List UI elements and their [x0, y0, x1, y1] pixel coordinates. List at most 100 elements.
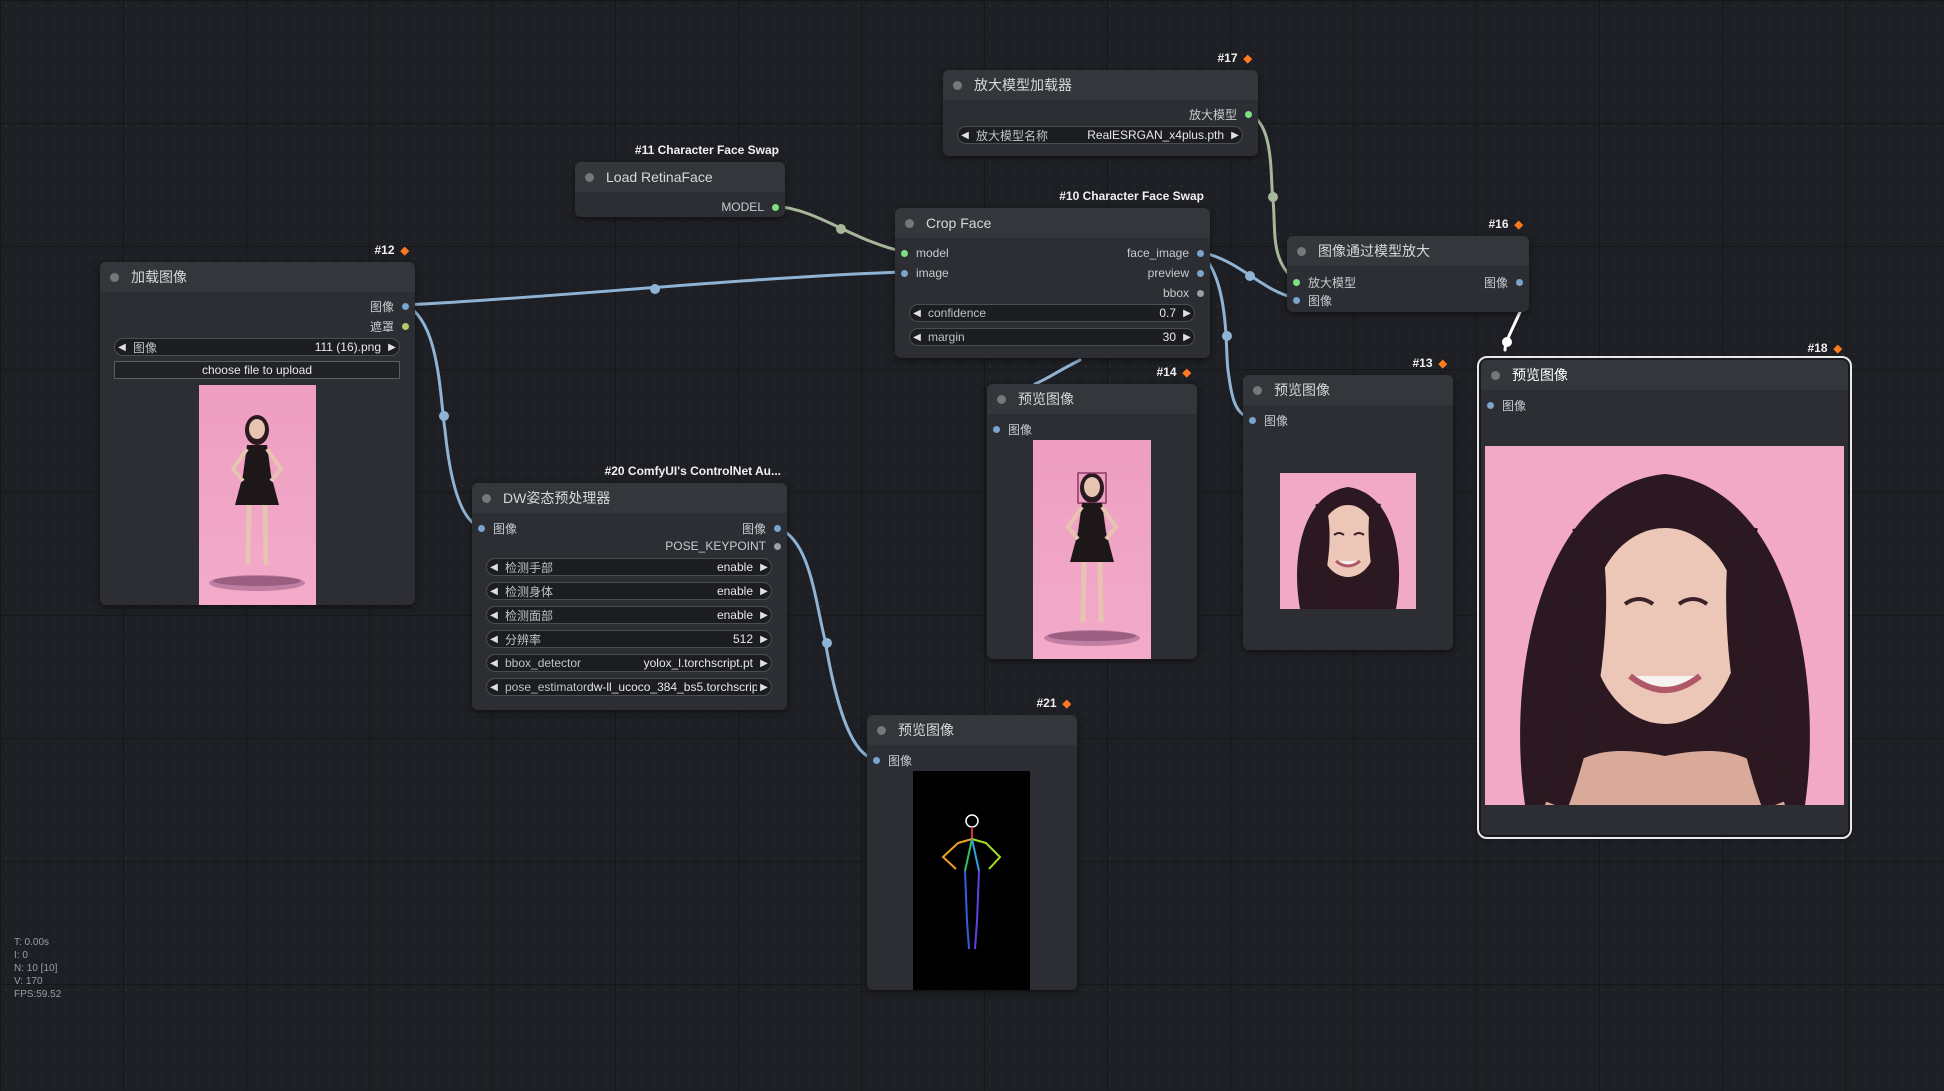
input-image[interactable]: 图像	[478, 520, 517, 537]
detect-face-widget[interactable]: ◀ 检测面部 enable ▶	[486, 606, 772, 624]
right-arrow-icon[interactable]: ▶	[757, 634, 771, 645]
right-arrow-icon[interactable]: ▶	[757, 562, 771, 573]
left-arrow-icon[interactable]: ◀	[487, 562, 501, 573]
node-load-retinaface[interactable]: #11 Character Face Swap Load RetinaFace …	[575, 143, 785, 217]
output-model[interactable]: MODEL	[721, 200, 779, 214]
collapse-dot-icon[interactable]	[110, 272, 119, 282]
collapse-dot-icon[interactable]	[877, 725, 886, 735]
model-name-widget[interactable]: ◀ 放大模型名称 RealESRGAN_x4plus.pth ▶	[957, 126, 1243, 144]
output-mask[interactable]: 遮罩	[370, 318, 409, 335]
output-image[interactable]: 图像	[742, 520, 781, 537]
collapse-dot-icon[interactable]	[997, 394, 1006, 404]
node-upscale-model-loader[interactable]: #17 ◆ 放大模型加载器 放大模型 ◀ 放大模型名称 RealESRGAN_x4…	[943, 51, 1258, 156]
output-pin-icon[interactable]	[1197, 289, 1204, 297]
input-pin-icon[interactable]	[1487, 402, 1494, 409]
right-arrow-icon[interactable]: ▶	[757, 658, 771, 669]
bbox-detector-widget[interactable]: ◀ bbox_detector yolox_l.torchscript.pt ▶	[486, 654, 772, 672]
detect-hand-widget[interactable]: ◀ 检测手部 enable ▶	[486, 558, 772, 576]
margin-widget[interactable]: ◀ margin 30 ▶	[909, 328, 1195, 346]
output-pin-icon[interactable]	[774, 542, 781, 550]
right-arrow-icon[interactable]: ▶	[1228, 130, 1242, 141]
input-pin-icon[interactable]	[1249, 417, 1256, 424]
output-image[interactable]: 图像	[1484, 274, 1523, 291]
output-preview[interactable]: preview	[1148, 266, 1204, 280]
output-upscale-model[interactable]: 放大模型	[1189, 106, 1252, 123]
input-image[interactable]: 图像	[1249, 412, 1288, 429]
confidence-widget[interactable]: ◀ confidence 0.7 ▶	[909, 304, 1195, 322]
output-pin-icon[interactable]	[1197, 249, 1204, 257]
collapse-dot-icon[interactable]	[1297, 246, 1306, 256]
left-arrow-icon[interactable]: ◀	[958, 130, 972, 141]
right-arrow-icon[interactable]: ▶	[1180, 332, 1194, 343]
output-pin-icon[interactable]	[772, 203, 779, 211]
input-pin-icon[interactable]	[873, 757, 880, 764]
input-image[interactable]: 图像	[1487, 397, 1526, 414]
right-arrow-icon[interactable]: ▶	[757, 610, 771, 621]
node-title[interactable]: 预览图像	[1243, 375, 1453, 405]
node-title[interactable]: 图像通过模型放大	[1287, 236, 1529, 266]
pose-estimator-widget[interactable]: ◀ pose_estimator dw-ll_ucoco_384_bs5.torch…	[486, 678, 772, 696]
collapse-dot-icon[interactable]	[482, 493, 491, 503]
left-arrow-icon[interactable]: ◀	[487, 682, 501, 693]
node-title[interactable]: Load RetinaFace	[575, 162, 785, 192]
right-arrow-icon[interactable]: ▶	[757, 586, 771, 597]
left-arrow-icon[interactable]: ◀	[910, 308, 924, 319]
collapse-dot-icon[interactable]	[1253, 385, 1262, 395]
node-preview-14[interactable]: #14 ◆ 预览图像 图像	[987, 365, 1197, 659]
input-image[interactable]: image	[901, 266, 949, 280]
input-pin-icon[interactable]	[901, 249, 908, 257]
input-pin-icon[interactable]	[993, 426, 1000, 433]
input-upscale-model[interactable]: 放大模型	[1293, 274, 1356, 291]
input-image[interactable]: 图像	[873, 752, 912, 769]
node-preview-18[interactable]: #18 ◆ 预览图像 图像	[1477, 341, 1852, 839]
input-model[interactable]: model	[901, 246, 949, 260]
input-pin-icon[interactable]	[1293, 279, 1300, 286]
node-title[interactable]: 预览图像	[987, 384, 1197, 414]
image-combo-widget[interactable]: ◀ 图像 111 (16).png ▶	[114, 338, 400, 356]
left-arrow-icon[interactable]: ◀	[487, 610, 501, 621]
right-arrow-icon[interactable]: ▶	[385, 342, 399, 353]
input-pin-icon[interactable]	[478, 525, 485, 532]
input-image[interactable]: 图像	[1293, 292, 1332, 309]
node-crop-face[interactable]: #10 Character Face Swap Crop Face model …	[895, 189, 1210, 358]
output-pin-icon[interactable]	[774, 525, 781, 532]
collapse-dot-icon[interactable]	[585, 172, 594, 182]
collapse-dot-icon[interactable]	[953, 80, 962, 90]
left-arrow-icon[interactable]: ◀	[487, 658, 501, 669]
node-title[interactable]: 预览图像	[1481, 360, 1848, 390]
node-preview-21[interactable]: #21 ◆ 预览图像 图像	[867, 696, 1077, 990]
output-bbox[interactable]: bbox	[1163, 286, 1204, 300]
output-image[interactable]: 图像	[370, 298, 409, 315]
output-pin-icon[interactable]	[1516, 279, 1523, 286]
output-pin-icon[interactable]	[1245, 111, 1252, 118]
output-pin-icon[interactable]	[402, 323, 409, 330]
node-title[interactable]: Crop Face	[895, 208, 1210, 238]
node-dw-pose-preprocessor[interactable]: #20 ComfyUI's ControlNet Au... DW姿态预处理器 …	[472, 464, 787, 710]
left-arrow-icon[interactable]: ◀	[487, 586, 501, 597]
input-image[interactable]: 图像	[993, 421, 1032, 438]
right-arrow-icon[interactable]: ▶	[1180, 308, 1194, 319]
resolution-widget[interactable]: ◀ 分辨率 512 ▶	[486, 630, 772, 648]
node-title[interactable]: 放大模型加载器	[943, 70, 1258, 100]
collapse-dot-icon[interactable]	[905, 218, 914, 228]
left-arrow-icon[interactable]: ◀	[910, 332, 924, 343]
node-preview-13[interactable]: #13 ◆ 预览图像 图像	[1243, 356, 1453, 650]
output-pin-icon[interactable]	[1197, 269, 1204, 277]
output-face-image[interactable]: face_image	[1127, 246, 1204, 260]
output-pin-icon[interactable]	[402, 303, 409, 310]
node-upscale-image[interactable]: #16 ◆ 图像通过模型放大 放大模型 图像 图像	[1287, 217, 1529, 312]
node-title[interactable]: 预览图像	[867, 715, 1077, 745]
upload-button[interactable]: choose file to upload	[114, 361, 400, 379]
input-pin-icon[interactable]	[901, 269, 908, 277]
right-arrow-icon[interactable]: ▶	[757, 682, 771, 693]
output-pose-keypoint[interactable]: POSE_KEYPOINT	[665, 539, 781, 553]
node-title[interactable]: 加载图像	[100, 262, 415, 292]
collapse-dot-icon[interactable]	[1491, 370, 1500, 380]
detect-body-widget[interactable]: ◀ 检测身体 enable ▶	[486, 582, 772, 600]
left-arrow-icon[interactable]: ◀	[487, 634, 501, 645]
node-load-image[interactable]: #12 ◆ 加载图像 图像 遮罩 ◀ 图像 111 (16).png ▶ choo…	[100, 243, 415, 605]
node-title[interactable]: DW姿态预处理器	[472, 483, 787, 513]
input-pin-icon[interactable]	[1293, 297, 1300, 304]
left-arrow-icon[interactable]: ◀	[115, 342, 129, 353]
wire-dwpose-to-preview21	[776, 526, 877, 761]
